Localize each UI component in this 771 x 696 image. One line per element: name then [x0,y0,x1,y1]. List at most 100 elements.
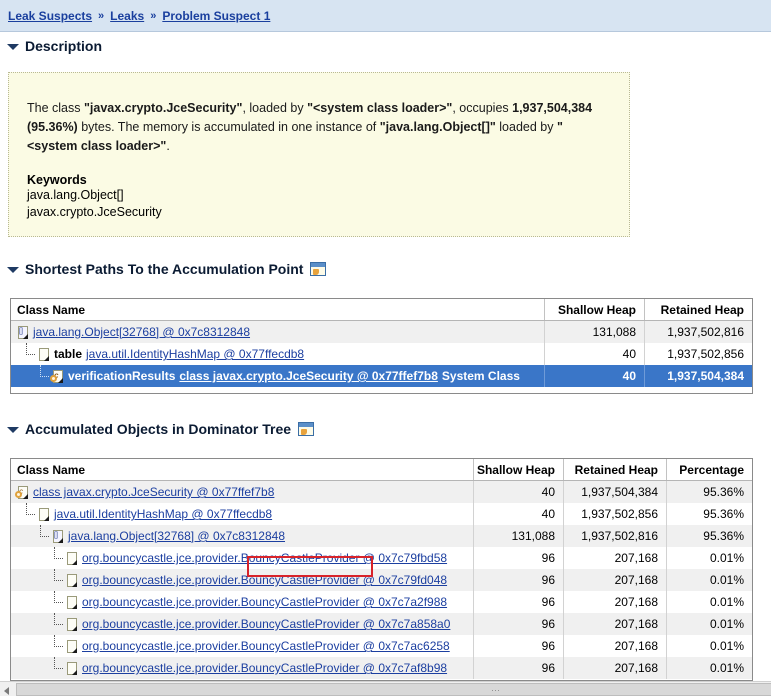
object-link[interactable]: org.bouncycastle.jce.provider.BouncyCast… [82,551,447,565]
scrollbar-thumb[interactable]: ⋯ [16,682,771,696]
breadcrumb-separator: » [98,9,105,22]
cell-percentage: 95.36% [666,503,752,525]
cell-class-name[interactable]: org.bouncycastle.jce.provider.BouncyCast… [11,547,473,569]
desc-text-e: loaded by [495,120,557,134]
column-header-class-name[interactable]: Class Name [11,459,473,480]
section-header-accumulated-objects[interactable]: Accumulated Objects in Dominator Tree [6,419,315,439]
breadcrumb-item-leaks[interactable]: Leaks [110,9,144,23]
cell-shallow-heap: 40 [473,503,563,525]
object-link[interactable]: org.bouncycastle.jce.provider.BouncyCast… [82,573,447,587]
cell-percentage: 0.01% [666,569,752,591]
cell-retained-heap: 207,168 [563,547,666,569]
object-instance-icon [38,507,51,522]
cell-shallow-heap: 40 [544,343,644,365]
cell-percentage: 0.01% [666,547,752,569]
column-header-class-name[interactable]: Class Name [11,299,544,320]
table-body: c class javax.crypto.JceSecurity @ 0x77ff… [11,481,752,679]
chevron-down-icon[interactable] [6,39,20,53]
table-row[interactable]: org.bouncycastle.jce.provider.BouncyCast… [11,569,752,591]
tree-branch-guide [51,547,66,569]
object-link[interactable]: class javax.crypto.JceSecurity @ 0x77ffe… [179,369,438,383]
column-header-shallow-heap[interactable]: Shallow Heap [473,459,563,480]
chevron-down-icon[interactable] [6,262,20,276]
cell-class-name[interactable]: org.bouncycastle.jce.provider.BouncyCast… [11,613,473,635]
table-row[interactable]: [] java.lang.Object[32768] @ 0x7c8312848 1… [11,321,752,343]
desc-text-b: , loaded by [242,101,308,115]
cell-percentage: 95.36% [666,481,752,503]
cell-class-name[interactable]: [] java.lang.Object[32768] @ 0x7c8312848 [11,525,473,547]
cell-class-name[interactable]: org.bouncycastle.jce.provider.BouncyCast… [11,635,473,657]
table-row[interactable]: c verificationResults class javax.crypto.J… [11,365,752,387]
cell-class-name[interactable]: org.bouncycastle.jce.provider.BouncyCast… [11,569,473,591]
accumulated-objects-table: Class Name Shallow Heap Retained Heap Pe… [10,458,753,681]
cell-class-name[interactable]: c class javax.crypto.JceSecurity @ 0x77ff… [11,481,473,503]
breadcrumb-item-problem-suspect-1[interactable]: Problem Suspect 1 [162,9,270,23]
table-row[interactable]: org.bouncycastle.jce.provider.BouncyCast… [11,547,752,569]
table-row[interactable]: java.util.IdentityHashMap @ 0x77ffecdb8 4… [11,503,752,525]
horizontal-scrollbar[interactable]: ⋯ [0,681,771,696]
table-header-row: Class Name Shallow Heap Retained Heap Pe… [11,459,752,481]
column-header-retained-heap[interactable]: Retained Heap [563,459,666,480]
cell-retained-heap: 1,937,504,384 [563,481,666,503]
keywords-label: Keywords [27,173,87,187]
cell-shallow-heap: 131,088 [473,525,563,547]
cell-percentage: 0.01% [666,657,752,679]
object-instance-icon [66,639,79,654]
table-row[interactable]: org.bouncycastle.jce.provider.BouncyCast… [11,613,752,635]
table-row[interactable]: [] java.lang.Object[32768] @ 0x7c8312848 1… [11,525,752,547]
cell-percentage: 95.36% [666,525,752,547]
field-name-label: table [54,347,83,361]
class-icon: c [50,369,65,384]
cell-class-name[interactable]: org.bouncycastle.jce.provider.BouncyCast… [11,591,473,613]
object-link[interactable]: org.bouncycastle.jce.provider.BouncyCast… [82,617,450,631]
cell-class-name[interactable]: org.bouncycastle.jce.provider.BouncyCast… [11,657,473,679]
table-row[interactable]: org.bouncycastle.jce.provider.BouncyCast… [11,657,752,679]
cell-retained-heap: 207,168 [563,657,666,679]
table-row[interactable]: org.bouncycastle.jce.provider.BouncyCast… [11,591,752,613]
column-header-retained-heap[interactable]: Retained Heap [644,299,752,320]
description-paragraph: The class "javax.crypto.JceSecurity", lo… [27,99,611,156]
cell-percentage: 0.01% [666,613,752,635]
scroll-left-arrow-icon[interactable] [0,681,15,696]
breadcrumb-separator: » [150,9,157,22]
cell-class-name[interactable]: java.util.IdentityHashMap @ 0x77ffecdb8 [11,503,473,525]
tree-branch-guide [51,635,66,657]
object-link[interactable]: org.bouncycastle.jce.provider.BouncyCast… [82,595,447,609]
scrollbar-grip-icon: ⋯ [491,684,501,695]
cell-shallow-heap: 96 [473,613,563,635]
section-title-shortest-paths: Shortest Paths To the Accumulation Point [25,261,304,277]
cell-class-name[interactable]: [] java.lang.Object[32768] @ 0x7c8312848 [11,321,544,343]
table-row[interactable]: table java.util.IdentityHashMap @ 0x77ffe… [11,343,752,365]
open-in-table-icon[interactable] [298,422,315,436]
table-row[interactable]: c class javax.crypto.JceSecurity @ 0x77ff… [11,481,752,503]
object-link[interactable]: org.bouncycastle.jce.provider.BouncyCast… [82,661,447,675]
object-link[interactable]: java.util.IdentityHashMap @ 0x77ffecdb8 [86,347,304,361]
desc-instance-type: "java.lang.Object[]" [379,120,496,134]
object-link[interactable]: java.lang.Object[32768] @ 0x7c8312848 [33,325,250,339]
section-header-shortest-paths[interactable]: Shortest Paths To the Accumulation Point [6,259,327,279]
object-link[interactable]: java.lang.Object[32768] @ 0x7c8312848 [68,529,285,543]
desc-text-a: The class [27,101,84,115]
chevron-down-icon[interactable] [6,422,20,436]
column-header-percentage[interactable]: Percentage [666,459,752,480]
column-header-shallow-heap[interactable]: Shallow Heap [544,299,644,320]
cell-class-name[interactable]: table java.util.IdentityHashMap @ 0x77ffe… [11,343,544,365]
object-instance-icon [66,551,79,566]
object-link[interactable]: class javax.crypto.JceSecurity @ 0x77ffe… [33,485,274,499]
table-header-row: Class Name Shallow Heap Retained Heap [11,299,752,321]
desc-text-d: bytes. The memory is accumulated in one … [77,120,380,134]
cell-retained-heap: 207,168 [563,613,666,635]
array-object-icon: [] [52,529,65,544]
section-header-description[interactable]: Description [6,36,102,56]
object-link[interactable]: java.util.IdentityHashMap @ 0x77ffecdb8 [54,507,272,521]
open-in-table-icon[interactable] [310,262,327,276]
breadcrumb-item-leak-suspects[interactable]: Leak Suspects [8,9,92,23]
table-row[interactable]: org.bouncycastle.jce.provider.BouncyCast… [11,635,752,657]
cell-retained-heap: 1,937,502,856 [644,343,752,365]
keyword-item: javax.crypto.JceSecurity [27,205,162,219]
cell-class-name[interactable]: c verificationResults class javax.crypto.J… [11,365,544,387]
object-link[interactable]: org.bouncycastle.jce.provider.BouncyCast… [82,639,450,653]
desc-class-name: "javax.crypto.JceSecurity" [83,101,243,115]
